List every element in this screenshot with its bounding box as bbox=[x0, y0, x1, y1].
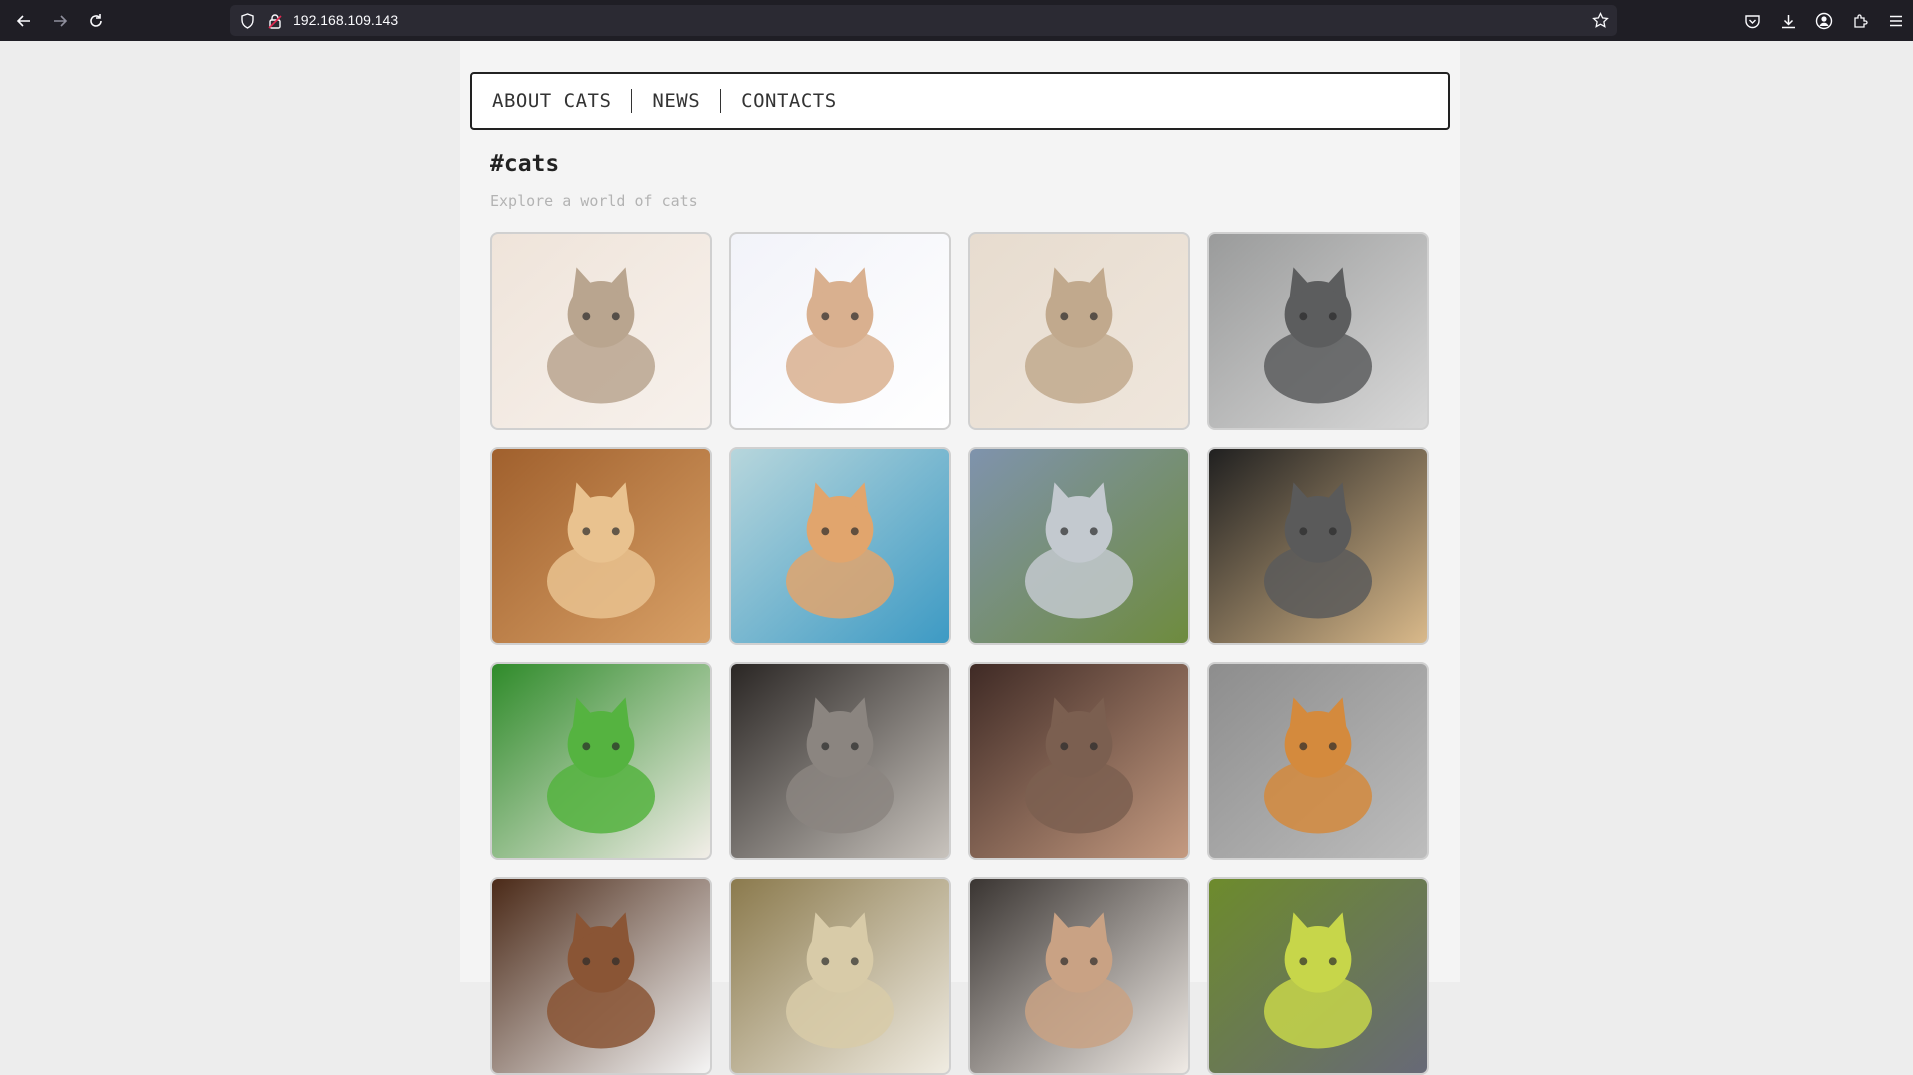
cat-photo bbox=[492, 234, 710, 428]
cat-photo-tile[interactable] bbox=[1207, 447, 1429, 645]
url-text[interactable]: 192.168.109.143 bbox=[293, 12, 398, 28]
cat-photo-tile[interactable] bbox=[729, 662, 951, 860]
cat-photo-tile[interactable] bbox=[968, 447, 1190, 645]
page-container: ABOUT CATS NEWS CONTACTS #cats Explore a… bbox=[460, 41, 1460, 1075]
nav-link-contacts[interactable]: CONTACTS bbox=[741, 90, 837, 112]
bookmark-star-icon[interactable] bbox=[1592, 12, 1609, 29]
cat-photo bbox=[1209, 234, 1427, 428]
cat-photo bbox=[492, 449, 710, 643]
address-bar[interactable]: 192.168.109.143 bbox=[230, 5, 1617, 36]
extensions-puzzle-icon[interactable] bbox=[1850, 11, 1870, 31]
nav-link-about-cats[interactable]: ABOUT CATS bbox=[492, 90, 611, 112]
back-arrow-icon[interactable] bbox=[11, 8, 37, 34]
cat-gallery bbox=[490, 232, 1430, 1075]
cat-photo-tile[interactable] bbox=[490, 447, 712, 645]
cat-photo bbox=[1209, 449, 1427, 643]
cat-photo bbox=[492, 664, 710, 858]
forward-arrow-icon[interactable] bbox=[47, 8, 73, 34]
cat-photo bbox=[731, 879, 949, 1073]
cat-photo-tile[interactable] bbox=[1207, 877, 1429, 1075]
nav-divider bbox=[631, 89, 633, 113]
cat-photo bbox=[970, 879, 1188, 1073]
hamburger-menu-icon[interactable] bbox=[1886, 11, 1906, 31]
cat-photo-tile[interactable] bbox=[968, 877, 1190, 1075]
main-nav: ABOUT CATS NEWS CONTACTS bbox=[470, 72, 1450, 130]
cat-photo bbox=[731, 234, 949, 428]
cat-photo bbox=[731, 664, 949, 858]
nav-divider bbox=[720, 89, 722, 113]
account-icon[interactable] bbox=[1814, 11, 1834, 31]
page-subtitle: Explore a world of cats bbox=[490, 192, 698, 210]
download-icon[interactable] bbox=[1778, 11, 1798, 31]
cat-photo bbox=[492, 879, 710, 1073]
cat-photo-tile[interactable] bbox=[1207, 232, 1429, 430]
cat-photo-tile[interactable] bbox=[490, 662, 712, 860]
cat-photo-tile[interactable] bbox=[729, 447, 951, 645]
cat-photo bbox=[970, 234, 1188, 428]
pocket-icon[interactable] bbox=[1742, 11, 1762, 31]
page-title: #cats bbox=[490, 151, 560, 177]
cat-photo-tile[interactable] bbox=[1207, 662, 1429, 860]
insecure-lock-icon[interactable] bbox=[266, 12, 283, 29]
cat-photo-tile[interactable] bbox=[490, 232, 712, 430]
cat-photo bbox=[731, 449, 949, 643]
cat-photo bbox=[970, 664, 1188, 858]
reload-icon[interactable] bbox=[83, 8, 109, 34]
browser-toolbar: 192.168.109.143 bbox=[0, 0, 1913, 41]
tracking-shield-icon[interactable] bbox=[239, 12, 256, 29]
cat-photo bbox=[1209, 664, 1427, 858]
cat-photo-tile[interactable] bbox=[729, 877, 951, 1075]
cat-photo-tile[interactable] bbox=[490, 877, 712, 1075]
cat-photo bbox=[1209, 879, 1427, 1073]
cat-photo bbox=[970, 449, 1188, 643]
cat-photo-tile[interactable] bbox=[729, 232, 951, 430]
cat-photo-tile[interactable] bbox=[968, 662, 1190, 860]
cat-photo-tile[interactable] bbox=[968, 232, 1190, 430]
nav-link-news[interactable]: NEWS bbox=[652, 90, 700, 112]
